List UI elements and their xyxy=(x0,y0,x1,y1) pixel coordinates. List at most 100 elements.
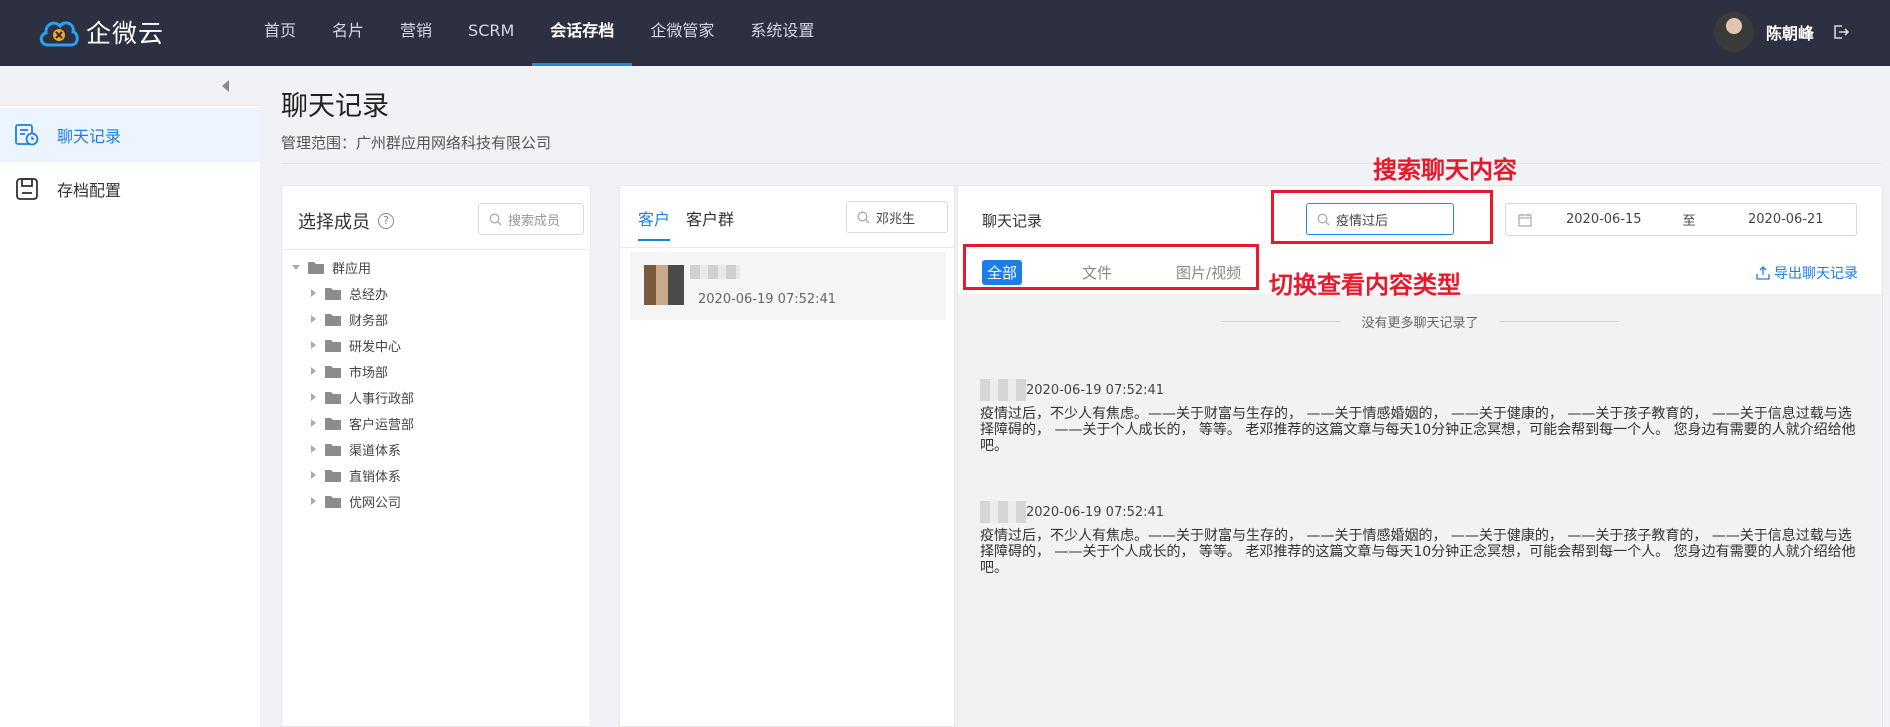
tree-node-department[interactable]: 人事行政部 xyxy=(290,384,580,410)
caret-right-icon[interactable] xyxy=(307,469,319,481)
date-range-picker[interactable]: 2020-06-15 至 2020-06-21 xyxy=(1505,203,1857,236)
tree-node-department[interactable]: 财务部 xyxy=(290,306,580,332)
folder-icon xyxy=(325,287,341,300)
export-chat-button[interactable]: 导出聊天记录 xyxy=(1756,263,1858,283)
tab-customer-group[interactable]: 客户群 xyxy=(686,206,734,241)
customer-name-blurred xyxy=(690,265,740,279)
annotation-switch-type: 切换查看内容类型 xyxy=(1269,271,1461,299)
divider xyxy=(282,249,590,250)
user-menu[interactable]: 陈朝峰 xyxy=(1713,10,1850,54)
chat-record-icon xyxy=(15,124,39,146)
tree-node-label: 群应用 xyxy=(332,261,372,277)
caret-right-icon[interactable] xyxy=(307,443,319,455)
customer-panel: 客户 客户群 邓兆生 2020-06-19 07:52:41 xyxy=(619,185,956,727)
chat-message: 2020-06-19 07:52:41 疫情过后，不少人有焦虑。——关于财富与生… xyxy=(980,378,1860,454)
divider xyxy=(1221,321,1342,322)
tree-node-label: 总经办 xyxy=(349,287,389,303)
logout-icon[interactable] xyxy=(1832,23,1850,41)
annotation-box-type xyxy=(963,244,1259,290)
tree-node-department[interactable]: 直销体系 xyxy=(290,462,580,488)
archive-config-icon xyxy=(16,178,38,200)
divider xyxy=(590,249,591,727)
tree-node-department[interactable]: 研发中心 xyxy=(290,332,580,358)
avatar xyxy=(644,265,684,305)
customer-last-time: 2020-06-19 07:52:41 xyxy=(698,292,837,307)
folder-icon xyxy=(325,313,341,326)
message-time: 2020-06-19 07:52:41 xyxy=(1026,504,1165,520)
folder-icon xyxy=(325,417,341,430)
nav-system-settings[interactable]: 系统设置 xyxy=(732,0,832,66)
app-logo[interactable]: 企微云 xyxy=(38,14,164,50)
export-icon xyxy=(1756,266,1770,280)
app-name: 企微云 xyxy=(86,19,165,48)
no-more-records: 没有更多聊天记录了 xyxy=(958,312,1882,331)
folder-icon xyxy=(325,339,341,352)
sidebar-collapse-bar xyxy=(0,66,260,106)
department-tree: 群应用 总经办 财务部 研发中心 市场部 人事行政部 客户运营部 渠道体系 直销… xyxy=(290,254,580,514)
tree-node-department[interactable]: 总经办 xyxy=(290,280,580,306)
nav-card[interactable]: 名片 xyxy=(314,0,382,66)
avatar[interactable] xyxy=(1713,12,1754,52)
caret-right-icon[interactable] xyxy=(307,313,319,325)
chat-message-area[interactable]: 没有更多聊天记录了 2020-06-19 07:52:41 疫情过后，不少人有焦… xyxy=(958,294,1882,727)
chat-message: 2020-06-19 07:52:41 疫情过后，不少人有焦虑。——关于财富与生… xyxy=(980,500,1860,576)
calendar-icon xyxy=(1518,213,1532,227)
caret-right-icon[interactable] xyxy=(307,339,319,351)
customer-search-input[interactable]: 邓兆生 xyxy=(846,201,948,233)
folder-icon xyxy=(308,261,324,274)
caret-down-icon[interactable] xyxy=(290,261,302,273)
sidebar-item-label: 存档配置 xyxy=(57,181,122,200)
chat-panel-title: 聊天记录 xyxy=(982,212,1043,230)
tree-node-department[interactable]: 优网公司 xyxy=(290,488,580,514)
management-scope: 管理范围：广州群应用网络科技有限公司 xyxy=(281,134,552,152)
folder-icon xyxy=(325,443,341,456)
tree-node-root[interactable]: 群应用 xyxy=(290,254,580,280)
folder-icon xyxy=(325,495,341,508)
message-header: 2020-06-19 07:52:41 xyxy=(980,378,1860,402)
caret-right-icon[interactable] xyxy=(307,391,319,403)
nav-scrm[interactable]: SCRM xyxy=(450,0,532,66)
tree-node-label: 研发中心 xyxy=(349,339,402,355)
nav-home[interactable]: 首页 xyxy=(246,0,314,66)
caret-right-icon[interactable] xyxy=(307,495,319,507)
page-title: 聊天记录 xyxy=(281,91,389,122)
search-icon xyxy=(489,213,502,225)
member-search-input[interactable]: 搜索成员 xyxy=(478,203,584,235)
tree-node-label: 客户运营部 xyxy=(349,417,415,433)
caret-right-icon[interactable] xyxy=(307,287,319,299)
user-name[interactable]: 陈朝峰 xyxy=(1766,20,1814,44)
member-panel-title: 选择成员 xyxy=(298,212,370,233)
member-panel: 选择成员 ? 搜索成员 群应用 总经办 财务部 研发中心 市场部 人事行政部 客… xyxy=(281,185,591,727)
nav-wecom-manager[interactable]: 企微管家 xyxy=(632,0,732,66)
tree-node-department[interactable]: 渠道体系 xyxy=(290,436,580,462)
sidebar-item-chat-record[interactable]: 聊天记录 xyxy=(0,108,260,162)
nav-marketing[interactable]: 营销 xyxy=(382,0,450,66)
date-start[interactable]: 2020-06-15 xyxy=(1566,212,1654,227)
caret-right-icon[interactable] xyxy=(307,417,319,429)
collapse-arrow-icon[interactable] xyxy=(222,80,230,92)
caret-right-icon[interactable] xyxy=(307,365,319,377)
nav-session-archive[interactable]: 会话存档 xyxy=(532,0,633,66)
tree-node-label: 渠道体系 xyxy=(349,443,402,459)
tree-node-label: 人事行政部 xyxy=(349,391,415,407)
sidebar-item-archive-config[interactable]: 存档配置 xyxy=(0,162,260,216)
list-item[interactable]: 2020-06-19 07:52:41 xyxy=(630,252,946,320)
annotation-search-chat: 搜索聊天内容 xyxy=(1373,156,1517,184)
help-icon[interactable]: ? xyxy=(378,213,394,229)
sidebar: 聊天记录 存档配置 xyxy=(0,66,260,727)
tree-node-department[interactable]: 市场部 xyxy=(290,358,580,384)
tab-customer[interactable]: 客户 xyxy=(638,206,671,241)
message-text: 疫情过后，不少人有焦虑。——关于财富与生存的， ——关于情感婚姻的， ——关于健… xyxy=(980,406,1856,454)
message-header: 2020-06-19 07:52:41 xyxy=(980,500,1860,524)
message-time: 2020-06-19 07:52:41 xyxy=(1026,382,1165,398)
date-end[interactable]: 2020-06-21 xyxy=(1748,212,1824,227)
tree-node-label: 市场部 xyxy=(349,365,389,381)
tree-node-department[interactable]: 客户运营部 xyxy=(290,410,580,436)
customer-search-value: 邓兆生 xyxy=(876,211,916,227)
avatar xyxy=(980,379,1026,401)
main-nav: 首页 名片 营销 SCRM 会话存档 企微管家 系统设置 xyxy=(246,0,832,66)
export-label: 导出聊天记录 xyxy=(1774,266,1858,282)
avatar xyxy=(980,501,1026,523)
sidebar-item-label: 聊天记录 xyxy=(57,127,122,146)
search-icon xyxy=(857,211,870,223)
